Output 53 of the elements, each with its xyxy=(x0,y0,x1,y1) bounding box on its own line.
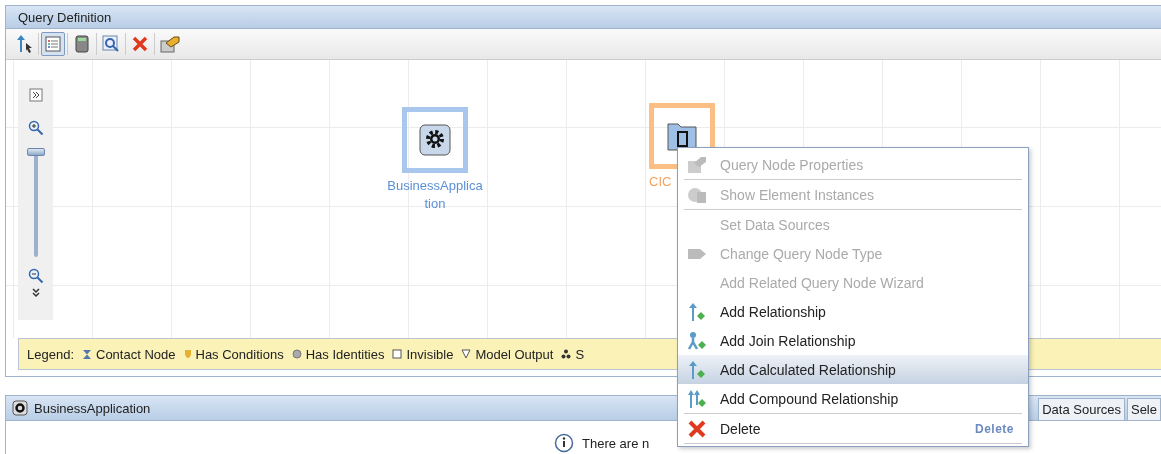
info-message: There are n xyxy=(582,435,650,451)
node-label: BusinessApplica tion xyxy=(387,177,483,213)
legend-label: Contact Node xyxy=(96,346,176,362)
arrow-cursor-icon xyxy=(15,34,33,54)
query-node[interactable] xyxy=(402,107,468,173)
menu-item[interactable]: Add Relationship xyxy=(678,297,1028,326)
compound-relationship-icon xyxy=(687,388,707,409)
hourglass-icon xyxy=(82,348,92,360)
legend-label: S xyxy=(575,346,585,362)
details-title: BusinessApplication xyxy=(34,400,151,416)
instances-icon xyxy=(687,185,707,204)
slider-thumb[interactable] xyxy=(26,148,45,156)
triangle-icon xyxy=(461,349,472,359)
menu-item[interactable]: Add Join Relationship xyxy=(678,326,1028,355)
gear-icon xyxy=(419,124,451,156)
zoom-in-button[interactable] xyxy=(27,120,44,136)
legend-label: Has Conditions xyxy=(195,346,284,362)
tag-arrow-icon xyxy=(687,247,707,260)
delete-icon xyxy=(132,36,148,52)
menu-item[interactable]: Add Calculated Relationship xyxy=(678,355,1028,384)
folder-icon xyxy=(666,120,698,152)
zoom-slider[interactable] xyxy=(26,148,45,258)
relationship-icon xyxy=(687,359,707,380)
tab[interactable]: Sele xyxy=(1126,398,1161,420)
legend-label: Model Output xyxy=(475,346,554,362)
join-relationship-icon xyxy=(687,330,707,351)
zoom-out-button[interactable] xyxy=(27,268,44,284)
legend-label: Invisible xyxy=(406,346,454,362)
double-chevron-icon xyxy=(30,288,41,298)
delete-icon xyxy=(688,419,706,438)
page-icon xyxy=(392,349,403,359)
legend-label: Has Identities xyxy=(305,346,385,362)
legend-title: Legend: xyxy=(27,346,74,362)
shield-icon xyxy=(183,349,192,359)
panel-title: Query Definition xyxy=(6,6,1161,29)
search-icon xyxy=(102,35,120,53)
zoom-out-icon xyxy=(27,268,44,284)
tree-icon xyxy=(561,349,572,359)
shortcut-label: Delete xyxy=(974,421,1014,436)
zoom-in-icon xyxy=(27,120,44,136)
menu-item[interactable]: Add Compound Relationship xyxy=(678,384,1028,413)
menu-item[interactable]: Delete Delete xyxy=(678,414,1028,443)
globe-icon xyxy=(291,349,302,359)
properties-icon xyxy=(160,35,180,53)
relationship-icon xyxy=(687,301,707,322)
expand-button[interactable] xyxy=(28,88,43,102)
expand-icon xyxy=(28,88,43,102)
list-icon xyxy=(45,36,61,52)
properties-icon xyxy=(687,155,707,174)
calculator-icon xyxy=(75,35,89,53)
node-label: CIC xyxy=(649,173,672,191)
gear-icon xyxy=(12,400,28,416)
tab[interactable]: Data Sources xyxy=(1038,398,1125,420)
